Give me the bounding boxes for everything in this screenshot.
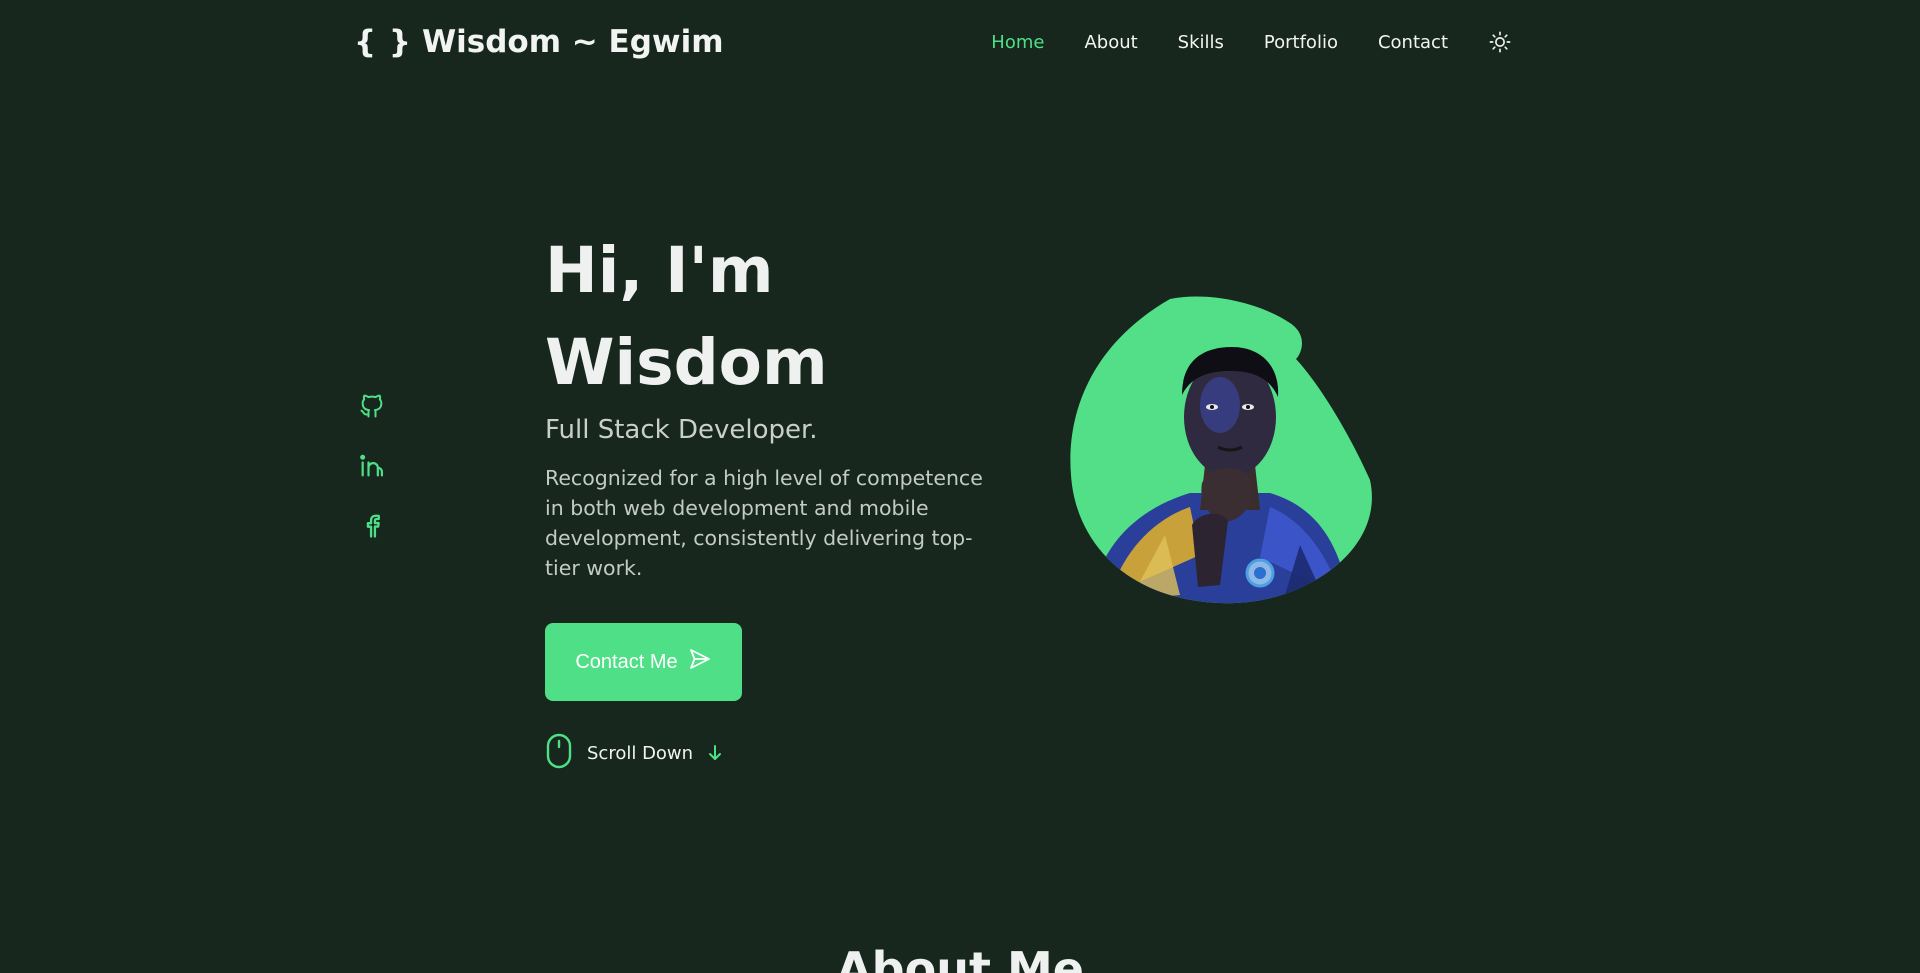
scroll-down-link[interactable]: Scroll Down xyxy=(545,733,723,773)
hero-greeting-line2: Wisdom xyxy=(545,326,828,399)
hero-greeting-line1: Hi, I'm xyxy=(545,234,774,307)
arrow-down-icon xyxy=(707,744,723,762)
nav-about[interactable]: About xyxy=(1084,32,1137,53)
site-logo[interactable]: { } Wisdom ~ Egwim xyxy=(354,24,724,60)
profile-photo xyxy=(1070,295,1376,605)
linkedin-icon[interactable] xyxy=(358,452,386,480)
main-nav: Home About Skills Portfolio Contact xyxy=(991,30,1512,54)
sun-icon[interactable] xyxy=(1488,30,1512,54)
hero-section: Hi, I'm Wisdom Full Stack Developer. Rec… xyxy=(545,225,985,583)
contact-me-label: Contact Me xyxy=(575,650,678,673)
hero-role: Full Stack Developer. xyxy=(545,415,818,445)
contact-me-button[interactable]: Contact Me xyxy=(545,623,742,701)
hero-description: Recognized for a high level of competenc… xyxy=(545,466,983,580)
site-header: { } Wisdom ~ Egwim Home About Skills Por… xyxy=(0,0,1920,90)
scroll-down-label: Scroll Down xyxy=(587,742,694,764)
logo-text: Wisdom ~ Egwim xyxy=(421,24,724,60)
hero-greeting: Hi, I'm Wisdom xyxy=(545,225,985,409)
mouse-icon xyxy=(545,733,573,773)
facebook-icon[interactable] xyxy=(358,512,386,540)
nav-contact[interactable]: Contact xyxy=(1378,32,1448,53)
social-links xyxy=(358,392,386,540)
nav-home[interactable]: Home xyxy=(991,32,1044,53)
send-icon xyxy=(688,647,712,677)
nav-skills[interactable]: Skills xyxy=(1178,32,1224,53)
about-section-title: About Me xyxy=(836,942,1084,973)
logo-braces: { } xyxy=(354,24,412,60)
nav-portfolio[interactable]: Portfolio xyxy=(1264,32,1338,53)
github-icon[interactable] xyxy=(358,392,386,420)
